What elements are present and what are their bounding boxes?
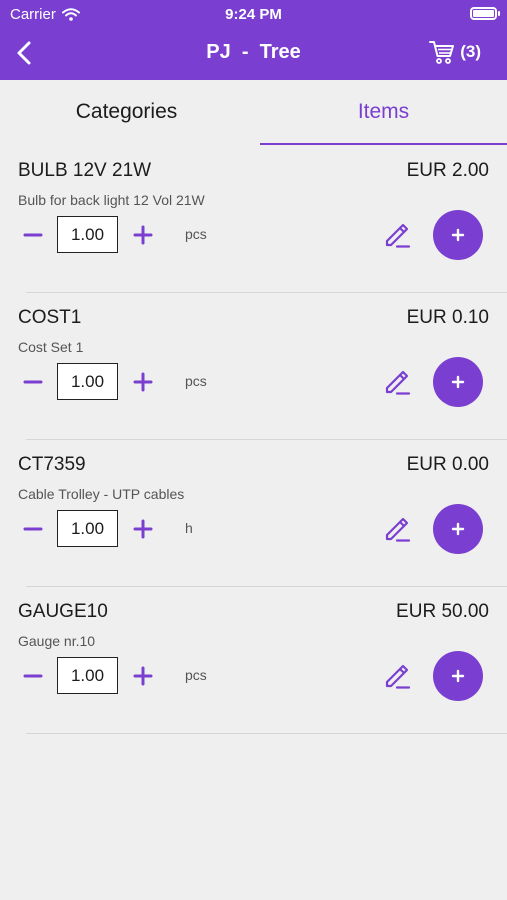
tab-selected-indicator [260, 143, 507, 145]
add-to-cart-button[interactable] [433, 504, 483, 554]
decrease-quantity-button[interactable] [22, 518, 44, 540]
list-item: BULB 12V 21W Bulb for back light 12 Vol … [0, 146, 507, 293]
cart-button[interactable]: (3) [428, 38, 481, 66]
item-code: BULB 12V 21W [18, 160, 152, 181]
status-bar: Carrier 9:24 PM [0, 0, 507, 28]
back-button[interactable] [12, 38, 40, 68]
item-description: Gauge nr.10 [18, 633, 96, 649]
item-price: EUR 0.10 [406, 307, 489, 328]
item-price: EUR 0.00 [406, 454, 489, 475]
tab-items[interactable]: Items [260, 80, 507, 146]
minus-icon [23, 380, 43, 384]
increase-quantity-button[interactable] [132, 371, 154, 393]
quantity-input[interactable] [57, 657, 118, 694]
item-code: CT7359 [18, 454, 86, 475]
item-unit: pcs [185, 226, 207, 242]
plus-icon [133, 519, 153, 539]
item-unit: pcs [185, 667, 207, 683]
quantity-input[interactable] [57, 216, 118, 253]
item-description: Cost Set 1 [18, 339, 84, 355]
plus-icon [133, 225, 153, 245]
add-to-cart-button[interactable] [433, 357, 483, 407]
chevron-left-icon [17, 41, 31, 65]
minus-icon [23, 233, 43, 237]
quantity-input[interactable] [57, 510, 118, 547]
list-item: GAUGE10 Gauge nr.10 EUR 50.00 pcs [0, 587, 507, 734]
battery-icon [470, 7, 500, 20]
edit-button[interactable] [381, 512, 413, 544]
increase-quantity-button[interactable] [132, 224, 154, 246]
edit-button[interactable] [381, 218, 413, 250]
cart-count: (3) [460, 42, 481, 61]
item-code: COST1 [18, 307, 82, 328]
list-item: CT7359 Cable Trolley - UTP cables EUR 0.… [0, 440, 507, 587]
pencil-icon [385, 517, 411, 542]
nav-bar: PJ - Tree (3) [0, 28, 507, 80]
decrease-quantity-button[interactable] [22, 665, 44, 687]
item-unit: pcs [185, 373, 207, 389]
item-description: Bulb for back light 12 Vol 21W [18, 192, 205, 208]
tab-bar: Categories Items [0, 80, 507, 146]
plus-icon [451, 522, 465, 536]
item-price: EUR 2.00 [406, 160, 489, 181]
item-description: Cable Trolley - UTP cables [18, 486, 185, 502]
plus-icon [451, 669, 465, 683]
pencil-icon [385, 664, 411, 689]
divider [26, 733, 507, 734]
edit-button[interactable] [381, 659, 413, 691]
minus-icon [23, 674, 43, 678]
decrease-quantity-button[interactable] [22, 224, 44, 246]
item-unit: h [185, 520, 193, 536]
pencil-icon [385, 370, 411, 395]
status-time: 9:24 PM [225, 6, 282, 23]
decrease-quantity-button[interactable] [22, 371, 44, 393]
cart-icon [429, 41, 455, 64]
plus-icon [133, 372, 153, 392]
tab-categories[interactable]: Categories [0, 80, 253, 146]
plus-icon [451, 228, 465, 242]
pencil-icon [385, 223, 411, 248]
list-item: COST1 Cost Set 1 EUR 0.10 pcs [0, 293, 507, 440]
minus-icon [23, 527, 43, 531]
plus-icon [133, 666, 153, 686]
add-to-cart-button[interactable] [433, 651, 483, 701]
item-price: EUR 50.00 [396, 601, 489, 622]
item-code: GAUGE10 [18, 601, 108, 622]
plus-icon [451, 375, 465, 389]
increase-quantity-button[interactable] [132, 665, 154, 687]
add-to-cart-button[interactable] [433, 210, 483, 260]
increase-quantity-button[interactable] [132, 518, 154, 540]
app-header: Carrier 9:24 PM PJ - Tree (3) [0, 0, 507, 80]
quantity-input[interactable] [57, 363, 118, 400]
edit-button[interactable] [381, 365, 413, 397]
